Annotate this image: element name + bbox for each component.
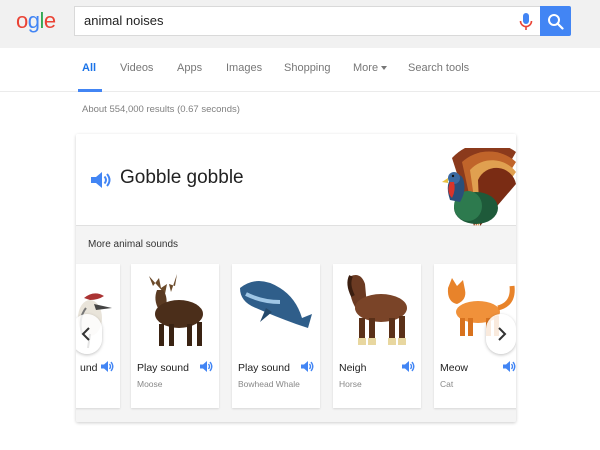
search-query[interactable]: animal noises [84,13,164,28]
animal-name: Cat [440,379,454,389]
speaker-icon[interactable] [300,360,314,373]
carousel-next-button[interactable] [486,314,516,354]
answer-text: Gobble gobble [120,167,244,188]
more-animal-sounds: More animal sounds und Play sound Moose … [76,226,516,422]
turkey-image [442,148,516,226]
mic-icon[interactable] [517,12,535,32]
logo-letter: e [43,8,56,33]
speaker-icon[interactable] [90,170,112,190]
search-button[interactable] [540,6,571,36]
tab-images[interactable]: Images [226,62,262,74]
animal-name: Horse [339,379,362,389]
animal-name: Bowhead Whale [238,379,300,389]
play-sound-label: und [80,362,98,374]
speaker-icon[interactable] [100,360,114,373]
results-count: About 554,000 results (0.67 seconds) [82,104,240,115]
whale-image [240,281,312,328]
active-tab-indicator [78,89,102,92]
horse-image [347,275,407,345]
play-sound-label: Play sound [238,362,290,374]
tab-more[interactable]: More [353,62,388,74]
play-sound-label: Meow [440,362,469,374]
featured-answer: Gobble gobble [76,134,516,226]
animal-card[interactable]: Neigh Horse [333,264,421,408]
animal-card[interactable]: Play sound Moose [131,264,219,408]
speaker-icon[interactable] [502,360,516,373]
tab-all[interactable]: All [82,62,96,74]
logo-letter: o [16,8,28,33]
moose-image [149,274,203,346]
animal-sounds-card: Gobble gobble More animal sounds und Pla… [76,134,516,422]
search-input[interactable]: animal noises [74,6,540,36]
tab-shopping[interactable]: Shopping [284,62,331,74]
speaker-icon[interactable] [199,360,213,373]
speaker-icon[interactable] [401,360,415,373]
tab-videos[interactable]: Videos [120,62,153,74]
search-icon [548,14,564,30]
logo-letter: g [27,8,40,33]
play-sound-label: Play sound [137,362,189,374]
carousel-prev-button[interactable] [76,314,102,354]
tab-more-label: More [353,62,379,74]
tab-apps[interactable]: Apps [177,62,202,74]
chevron-right-icon [498,327,507,341]
chevron-left-icon [81,327,90,341]
animal-name: Moose [137,379,163,389]
animal-card[interactable]: Play sound Bowhead Whale [232,264,320,408]
google-logo[interactable]: ogle [16,6,56,36]
top-bar: ogle animal noises [0,0,600,48]
search-tabs: All Videos Apps Images Shopping More Sea… [0,48,600,92]
play-sound-label: Neigh [339,362,367,374]
tab-search-tools[interactable]: Search tools [408,62,469,74]
caret-down-icon [381,66,388,71]
more-animal-sounds-label: More animal sounds [88,239,179,250]
